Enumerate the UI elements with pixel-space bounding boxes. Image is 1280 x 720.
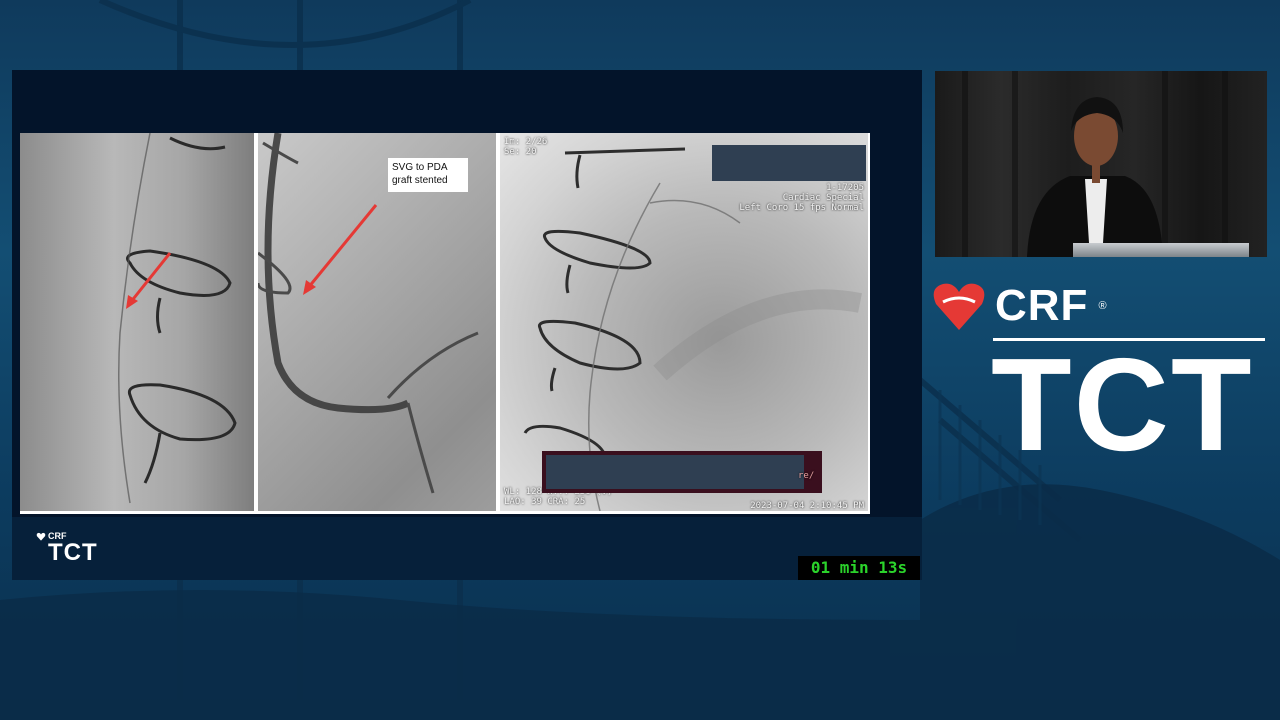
brand-tct-text: TCT [991,331,1254,478]
angiogram-panel-2: SVG to PDA graft stented [258,133,496,511]
partial-link-text: re/ [798,471,815,481]
angio-overlay-top-left: Im: 2/26 Se: 20 [504,137,548,157]
crf-tct-brand: CRF ® TCT [931,280,1271,480]
redacted-region-bottom [546,455,804,489]
slide-logo-tct: TCT [48,539,98,566]
red-arrow-icon [128,252,172,304]
angiogram-panel-1 [20,133,254,511]
redacted-region-top [712,145,866,181]
brand-crf-text: CRF [995,281,1089,330]
crf-heart-icon [933,283,985,330]
annotation-label: SVG to PDA graft stented [388,158,468,192]
podium [1073,243,1249,257]
registered-mark: ® [1098,300,1107,312]
angio-overlay-timestamp: 2023-07-04 2:10:45 PM [750,501,864,511]
crf-heart-icon [36,532,46,541]
slide-footer-band [12,517,922,580]
angiogram-panel-3: Im: 2/26 Se: 20 1-17205 Cardiac Special … [500,133,868,511]
presentation-slide: SVG to PDA graft stented Im: 2/26 Se: 20… [12,70,922,580]
angio-overlay-top-right: 1-17205 Cardiac Special Left Coro 15 fps… [739,183,864,213]
slide-crf-tct-logo: CRF TCT [36,531,98,565]
angiogram-strip: SVG to PDA graft stented Im: 2/26 Se: 20… [20,133,870,514]
countdown-timer: 01 min 13s [798,556,920,580]
red-arrow-icon [306,204,378,289]
presenter-video [935,71,1267,257]
